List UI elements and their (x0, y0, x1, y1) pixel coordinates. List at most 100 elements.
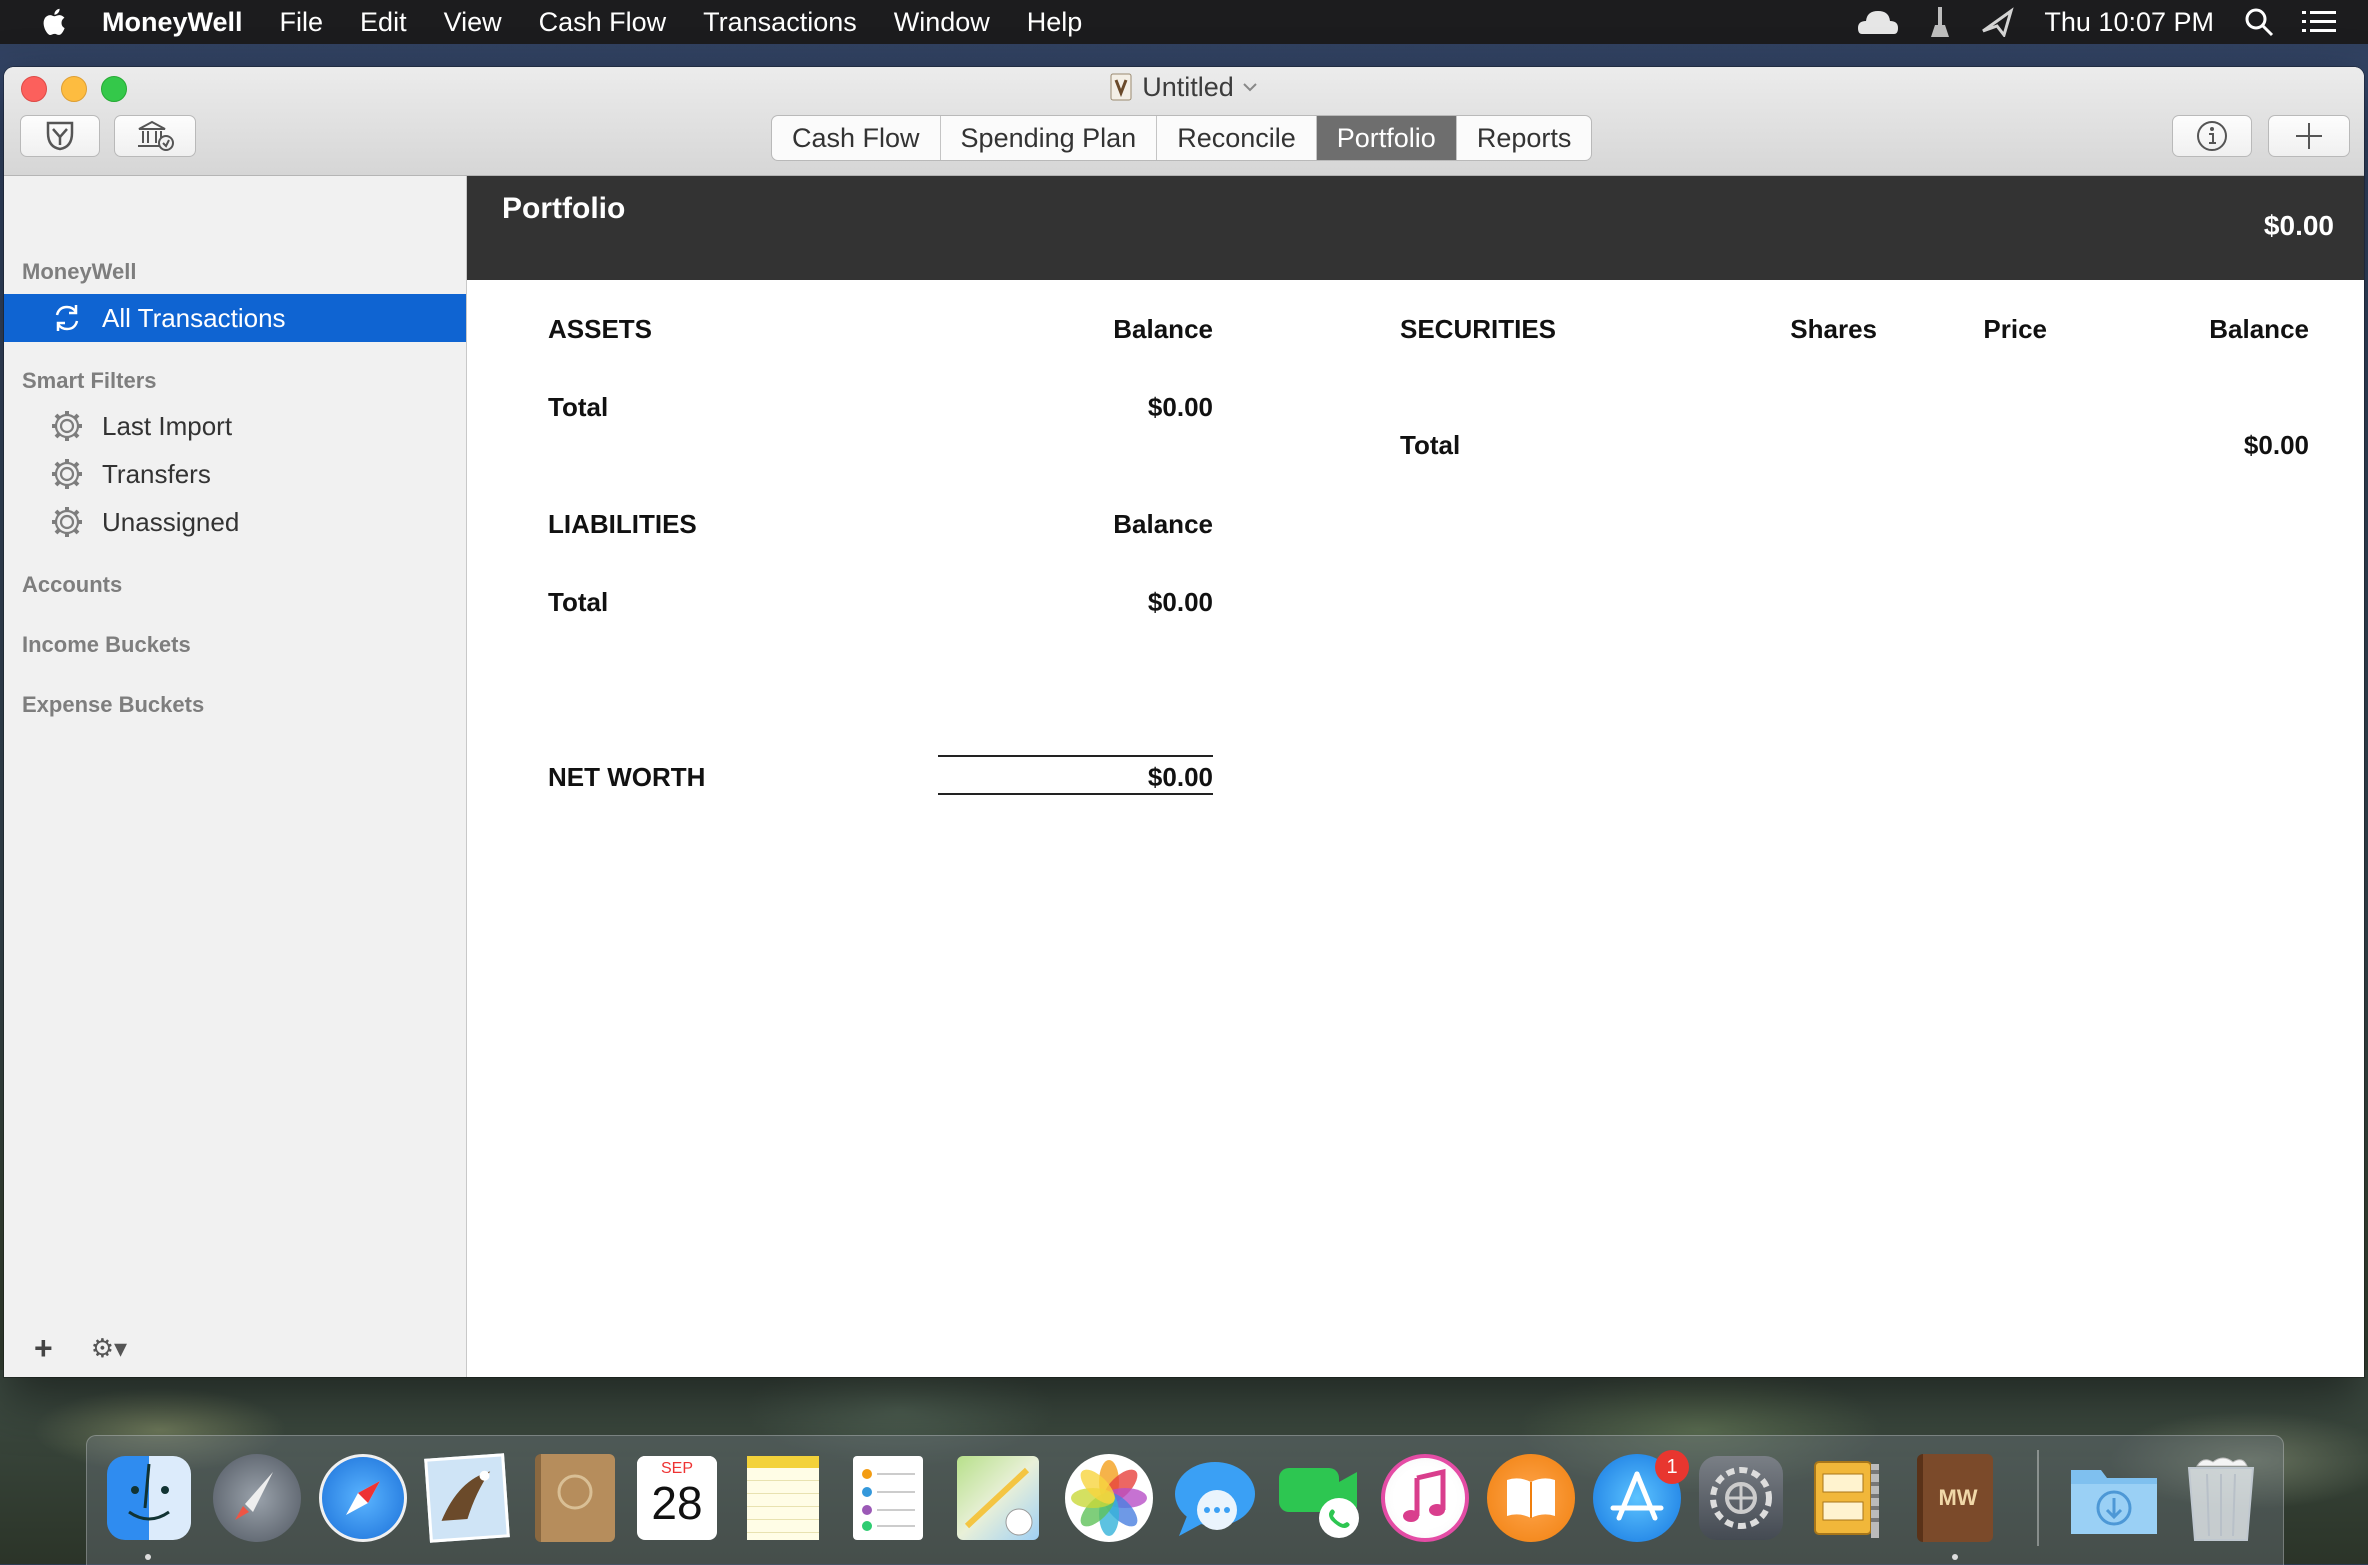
info-toolbar-button[interactable] (2172, 115, 2252, 157)
dock-downloads-folder-icon[interactable] (2067, 1458, 2161, 1538)
dock-trash-icon[interactable] (2183, 1452, 2259, 1544)
cloud-icon[interactable] (1856, 8, 1900, 36)
assets-heading: ASSETS (548, 314, 653, 344)
moneywell-dock-label: MW (1938, 1485, 1978, 1510)
dock-calendar-icon[interactable]: SEP 28 (637, 1456, 717, 1540)
liabilities-total-value: $0.00 (1147, 587, 1213, 617)
dock-archive-utility-icon[interactable] (1809, 1454, 1889, 1542)
tab-reconcile[interactable]: Reconcile (1157, 116, 1317, 160)
sidebar-section-accounts[interactable]: Accounts (22, 572, 122, 598)
sidebar-item-label: Last Import (102, 410, 233, 441)
menu-view[interactable]: View (444, 7, 502, 38)
dock-contacts-icon[interactable] (535, 1454, 615, 1542)
app-store-badge: 1 (1655, 1450, 1689, 1484)
calendar-month: SEP (637, 1456, 717, 1478)
assets-total-label: Total (548, 392, 609, 422)
net-worth-value: $0.00 (1147, 762, 1213, 792)
sidebar-section-moneywell: MoneyWell (22, 259, 137, 284)
chevron-down-icon[interactable] (1242, 82, 1258, 92)
assets-balance-header: Balance (1113, 314, 1213, 344)
add-toolbar-button[interactable] (2268, 115, 2350, 157)
sidebar-item-label: Transfers (102, 458, 211, 489)
dock-messages-icon[interactable] (1171, 1454, 1261, 1544)
menu-transactions[interactable]: Transactions (703, 7, 857, 38)
sidebar-item-transfers[interactable]: Transfers (4, 450, 466, 498)
menu-edit[interactable]: Edit (360, 7, 407, 38)
window-title[interactable]: Untitled (4, 72, 2364, 103)
dock-system-preferences-icon[interactable] (1699, 1456, 1783, 1540)
menu-file[interactable]: File (280, 7, 324, 38)
broom-icon[interactable] (1926, 5, 1954, 39)
menu-app-name[interactable]: MoneyWell (102, 7, 243, 38)
view-tab-bar: Cash Flow Spending Plan Reconcile Portfo… (771, 115, 1593, 161)
add-sidebar-item-button[interactable]: + (34, 1330, 53, 1367)
dock-reminders-icon[interactable] (853, 1456, 923, 1540)
dock: SEP 28 1 MW (86, 1435, 2284, 1565)
tab-reports[interactable]: Reports (1457, 116, 1592, 160)
securities-heading: SECURITIES (1400, 314, 1557, 344)
dock-photos-icon[interactable] (1065, 1454, 1153, 1542)
dock-safari-icon[interactable] (319, 1454, 407, 1542)
portfolio-total: $0.00 (2263, 210, 2334, 241)
securities-total-value: $0.00 (2243, 430, 2309, 460)
menu-help[interactable]: Help (1027, 7, 1083, 38)
airplay-icon[interactable] (1980, 7, 2015, 37)
menu-clock[interactable]: Thu 10:07 PM (2044, 7, 2214, 38)
dock-mail-icon[interactable] (424, 1453, 510, 1543)
sidebar-section-expense-buckets[interactable]: Expense Buckets (22, 692, 204, 718)
dock-finder-icon[interactable] (107, 1456, 191, 1540)
info-icon (2197, 121, 2227, 151)
sync-arrows-icon (55, 305, 79, 331)
liabilities-balance-header: Balance (1113, 509, 1213, 539)
securities-price-header: Price (1983, 314, 2047, 344)
gear-icon (52, 459, 82, 489)
dock-moneywell-icon[interactable]: MW (1917, 1454, 1993, 1542)
bank-sync-toolbar-button[interactable] (114, 115, 196, 157)
sidebar-item-unassigned[interactable]: Unassigned (4, 498, 466, 546)
list-icon[interactable] (2302, 9, 2336, 35)
tab-spending-plan[interactable]: Spending Plan (941, 116, 1158, 160)
envelope-icon (46, 121, 74, 151)
securities-total-label: Total (1400, 430, 1461, 460)
dock-facetime-icon[interactable] (1277, 1456, 1363, 1540)
search-icon[interactable] (2244, 7, 2274, 37)
sidebar-item-label: Unassigned (102, 506, 240, 537)
sidebar-item-last-import[interactable]: Last Import (4, 402, 466, 450)
menu-cash-flow[interactable]: Cash Flow (539, 7, 667, 38)
app-window: Untitled Cash Flow Spending Plan Reconci… (4, 67, 2364, 1377)
envelope-toolbar-button[interactable] (20, 115, 100, 157)
tab-portfolio[interactable]: Portfolio (1316, 116, 1457, 160)
portfolio-header: Portfolio $0.00 (467, 176, 2364, 280)
dock-notes-icon[interactable] (747, 1456, 819, 1540)
sidebar: MoneyWell All Transactions Smart Filters… (4, 176, 467, 1377)
sidebar-item-all-transactions[interactable]: All Transactions (4, 294, 466, 342)
tab-cash-flow[interactable]: Cash Flow (772, 116, 941, 160)
securities-shares-header: Shares (1790, 314, 1877, 344)
title-bar: Untitled Cash Flow Spending Plan Reconci… (4, 67, 2364, 176)
liabilities-total-label: Total (548, 587, 609, 617)
dock-launchpad-icon[interactable] (213, 1454, 301, 1542)
running-indicator (145, 1554, 151, 1560)
menu-bar: MoneyWell File Edit View Cash Flow Trans… (0, 0, 2368, 44)
sidebar-footer: + ⚙▾ (34, 1330, 127, 1367)
sidebar-section-income-buckets[interactable]: Income Buckets (22, 632, 191, 658)
apple-menu-icon[interactable] (40, 7, 66, 37)
dock-itunes-icon[interactable] (1381, 1454, 1469, 1542)
document-icon (1110, 73, 1132, 101)
gear-icon (52, 507, 82, 537)
sidebar-actions-button[interactable]: ⚙▾ (91, 1333, 127, 1364)
gear-icon (52, 411, 82, 441)
plus-icon (2296, 123, 2322, 149)
dock-ibooks-icon[interactable] (1487, 1454, 1575, 1542)
menu-window[interactable]: Window (894, 7, 990, 38)
portfolio-view: Portfolio $0.00 ASSETS Balance Total $0.… (467, 176, 2364, 1377)
calendar-day: 28 (651, 1477, 703, 1529)
net-worth-label: NET WORTH (548, 762, 706, 792)
net-worth-bottom-rule (938, 793, 1213, 795)
dock-maps-icon[interactable] (957, 1456, 1039, 1540)
window-title-text: Untitled (1142, 72, 1234, 102)
running-indicator (1952, 1554, 1958, 1560)
bank-sync-icon (138, 120, 174, 151)
assets-total-value: $0.00 (1147, 392, 1213, 422)
sidebar-section-smart-filters: Smart Filters (22, 368, 157, 393)
